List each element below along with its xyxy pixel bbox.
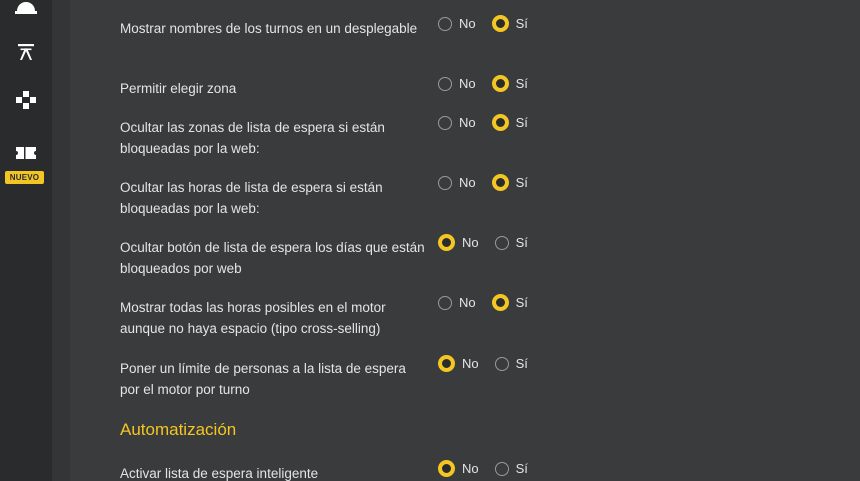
radio-yes-selected[interactable] (491, 75, 509, 92)
sidebar-item-tickets[interactable] (0, 143, 52, 163)
torii-gate-icon (18, 44, 34, 60)
option-no[interactable]: No (438, 16, 476, 31)
radio-no[interactable] (438, 76, 452, 91)
sidebar-gutter (52, 0, 70, 481)
setting-label: Ocultar las zonas de lista de espera si … (120, 120, 385, 156)
option-no[interactable]: No (438, 115, 476, 130)
option-yes-label: Sí (515, 76, 528, 91)
option-yes-label: Sí (515, 356, 528, 371)
cloche-icon (15, 2, 37, 14)
option-yes-label: Sí (515, 235, 528, 250)
option-no-label: No (462, 235, 479, 250)
option-yes[interactable]: Sí (491, 15, 528, 32)
option-no[interactable]: No (438, 175, 476, 190)
setting-label: Poner un límite de personas a la lista d… (120, 361, 406, 397)
option-yes[interactable]: Sí (494, 235, 528, 250)
option-yes[interactable]: Sí (494, 461, 528, 476)
option-no[interactable]: No (438, 76, 476, 91)
setting-label: Mostrar nombres de los turnos en un desp… (120, 21, 418, 36)
radio-yes[interactable] (494, 461, 509, 476)
option-no[interactable]: No (438, 234, 479, 251)
option-yes-label: Sí (515, 175, 528, 190)
radio-yes-selected[interactable] (491, 294, 509, 311)
radio-no[interactable] (438, 175, 452, 190)
radio-no[interactable] (438, 16, 452, 31)
option-yes-label: Sí (515, 295, 528, 310)
new-badge: NUEVO (5, 171, 44, 184)
option-no-label: No (462, 356, 479, 371)
option-no-label: No (459, 16, 476, 31)
option-no-label: No (459, 76, 476, 91)
setting-label: Activar lista de espera inteligente (120, 466, 319, 481)
radio-group: No Sí (438, 294, 544, 311)
option-yes[interactable]: Sí (491, 294, 528, 311)
option-no[interactable]: No (438, 295, 476, 310)
settings-panel: Mostrar nombres de los turnos en un desp… (70, 0, 860, 481)
setting-label: Ocultar las horas de lista de espera si … (120, 180, 383, 216)
ticket-icon (16, 147, 36, 159)
option-no-label: No (459, 175, 476, 190)
sidebar-item-integrations[interactable] (0, 89, 52, 111)
radio-yes[interactable] (494, 235, 509, 250)
option-yes-label: Sí (515, 115, 528, 130)
radio-no-selected[interactable] (438, 234, 455, 251)
radio-no-selected[interactable] (438, 460, 455, 477)
radio-yes-selected[interactable] (491, 114, 509, 131)
radio-yes[interactable] (494, 356, 509, 371)
sidebar-item-service[interactable] (0, 0, 52, 16)
option-no-label: No (459, 115, 476, 130)
radio-group: No Sí (438, 234, 544, 251)
option-yes[interactable]: Sí (494, 356, 528, 371)
option-no[interactable]: No (438, 355, 479, 372)
sidebar-item-venue[interactable] (0, 41, 52, 63)
puzzle-icon (16, 91, 36, 109)
radio-yes-selected[interactable] (491, 174, 509, 191)
option-yes-label: Sí (515, 16, 528, 31)
radio-yes-selected[interactable] (491, 15, 509, 32)
radio-group: No Sí (438, 460, 544, 477)
option-yes-label: Sí (515, 461, 528, 476)
setting-label: Mostrar todas las horas posibles en el m… (120, 300, 386, 336)
radio-group: No Sí (438, 75, 544, 92)
radio-group: No Sí (438, 355, 544, 372)
option-no-label: No (462, 461, 479, 476)
option-yes[interactable]: Sí (491, 174, 528, 191)
setting-label: Ocultar botón de lista de espera los día… (120, 240, 425, 276)
radio-no[interactable] (438, 295, 452, 310)
option-no[interactable]: No (438, 460, 479, 477)
radio-no-selected[interactable] (438, 355, 455, 372)
radio-group: No Sí (438, 174, 544, 191)
option-no-label: No (459, 295, 476, 310)
radio-group: No Sí (438, 15, 544, 32)
option-yes[interactable]: Sí (491, 75, 528, 92)
radio-no[interactable] (438, 115, 452, 130)
setting-label: Permitir elegir zona (120, 81, 237, 96)
sidebar: NUEVO (0, 0, 52, 481)
radio-group: No Sí (438, 114, 544, 131)
option-yes[interactable]: Sí (491, 114, 528, 131)
section-title-automation: Automatización (120, 420, 237, 439)
app-window: NUEVO Mostrar nombres de los turnos en u… (0, 0, 860, 481)
